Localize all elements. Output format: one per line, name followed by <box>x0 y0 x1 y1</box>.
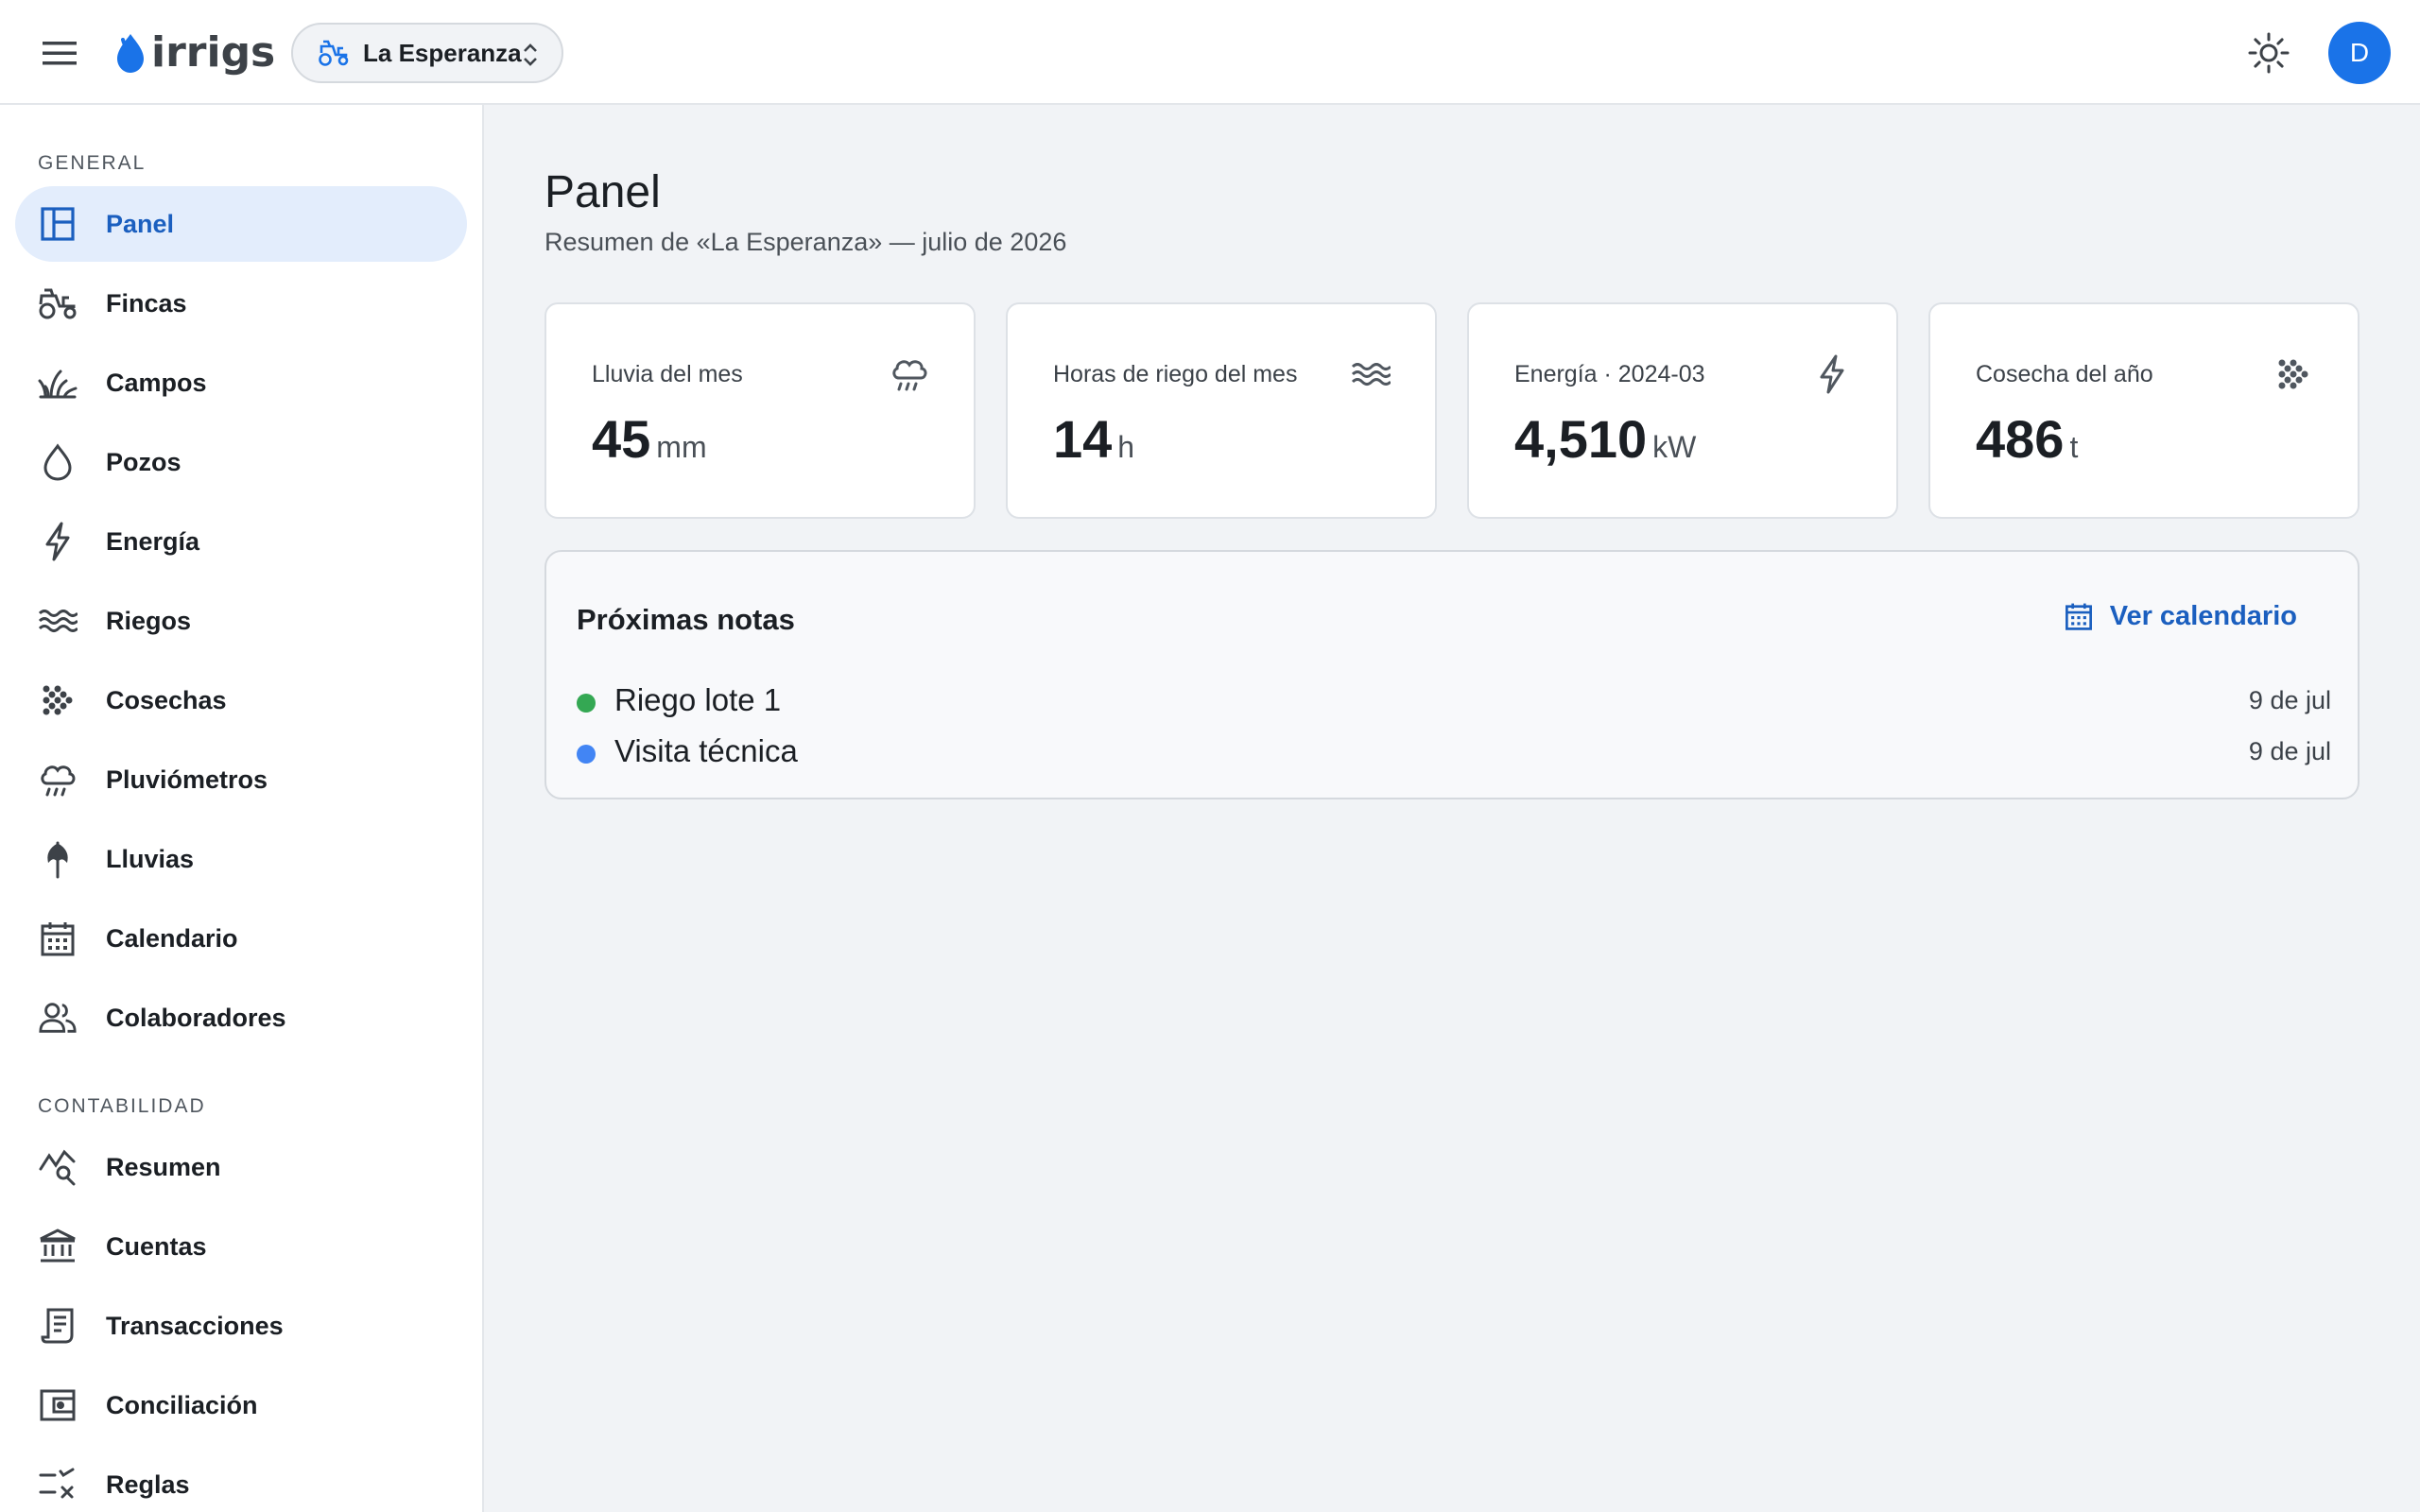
stat-value: 4,510 <box>1514 409 1648 469</box>
farm-selector[interactable]: La Esperanza <box>291 23 563 83</box>
sidebar-item-colaboradores[interactable]: Colaboradores <box>15 980 467 1056</box>
sidebar-item-pozos[interactable]: Pozos <box>15 424 467 500</box>
sidebar-item-calendario[interactable]: Calendario <box>15 901 467 976</box>
stat-value: 45 <box>592 409 651 469</box>
view-calendar-link[interactable]: Ver calendario <box>2065 595 2297 637</box>
note-status-dot <box>577 745 596 764</box>
stat-unit: h <box>1117 430 1135 464</box>
sidebar-item-label: Cuentas <box>106 1231 207 1261</box>
note-status-dot <box>577 694 596 713</box>
sidebar-item-label: Resumen <box>106 1152 221 1181</box>
bank-icon <box>38 1228 78 1265</box>
sidebar-item-label: Pluviómetros <box>106 765 268 794</box>
sidebar-item-label: Transacciones <box>106 1311 284 1340</box>
receipt-icon <box>38 1307 78 1345</box>
rules-icon <box>38 1466 78 1503</box>
sidebar-item-panel[interactable]: Panel <box>15 186 467 262</box>
stat-card-cosecha: Cosecha del año 486 t <box>1928 302 2360 519</box>
sidebar-item-label: Lluvias <box>106 844 195 873</box>
sidebar-item-label: Pozos <box>106 447 182 476</box>
sidebar-item-label: Energía <box>106 526 200 556</box>
sun-icon[interactable] <box>2244 28 2293 77</box>
grass-icon <box>38 364 78 402</box>
logo-text: irrigs <box>151 28 276 77</box>
sidebar-section-contabilidad: CONTABILIDAD <box>38 1095 206 1117</box>
stat-label: Lluvia del mes <box>592 361 743 387</box>
water-drop-icon <box>38 443 78 481</box>
stat-unit: kW <box>1652 430 1697 464</box>
waves-icon <box>1350 353 1392 395</box>
wallet-icon <box>38 1386 78 1424</box>
dashboard-icon <box>38 205 78 243</box>
stat-unit: mm <box>656 430 707 464</box>
sidebar-item-campos[interactable]: Campos <box>15 345 467 421</box>
stat-value: 14 <box>1053 409 1113 469</box>
sidebar-item-resumen[interactable]: Resumen <box>15 1129 467 1205</box>
note-item[interactable]: Riego lote 1 9 de jul <box>577 677 2331 724</box>
farm-selector-label: La Esperanza <box>363 38 522 67</box>
sidebar-section-general: GENERAL <box>38 152 147 174</box>
rain-cloud-icon <box>889 353 930 395</box>
sidebar-item-label: Cosechas <box>106 685 227 714</box>
upcoming-notes-card: Próximas notas Ver calendario Riego lote… <box>544 550 2360 799</box>
sidebar-item-label: Panel <box>106 209 175 238</box>
sidebar-item-cosechas[interactable]: Cosechas <box>15 662 467 738</box>
sidebar-item-energia[interactable]: Energía <box>15 504 467 579</box>
rain-cloud-icon <box>38 761 78 799</box>
unfold-icon <box>522 42 539 68</box>
sidebar: GENERAL Panel Fincas Campos Pozos Energí… <box>0 105 484 1512</box>
page-title: Panel <box>544 167 661 217</box>
stat-unit: t <box>2069 430 2079 464</box>
sidebar-item-label: Calendario <box>106 923 238 953</box>
grain-icon <box>2273 353 2314 395</box>
sidebar-item-transacciones[interactable]: Transacciones <box>15 1288 467 1364</box>
umbrella-icon <box>38 840 78 879</box>
stat-label: Horas de riego del mes <box>1053 361 1298 387</box>
sidebar-item-conciliacion[interactable]: Conciliación <box>15 1367 467 1443</box>
tractor-icon <box>318 39 350 67</box>
sidebar-item-reglas[interactable]: Reglas <box>15 1447 467 1512</box>
tractor-icon <box>38 284 78 322</box>
sidebar-item-pluviometros[interactable]: Pluviómetros <box>15 742 467 817</box>
query-stats-icon <box>38 1148 78 1186</box>
note-name: Riego lote 1 <box>614 682 782 717</box>
note-item[interactable]: Visita técnica 9 de jul <box>577 728 2331 775</box>
calendar-icon <box>2065 601 2093 631</box>
grain-icon <box>38 681 78 719</box>
app-logo[interactable]: irrigs <box>113 26 275 79</box>
view-calendar-label: Ver calendario <box>2109 600 2297 631</box>
sidebar-item-label: Reglas <box>106 1469 190 1499</box>
stat-card-energia: Energía · 2024-03 4,510 kW <box>1467 302 1898 519</box>
menu-icon[interactable] <box>34 28 85 77</box>
notes-title: Próximas notas <box>577 603 795 636</box>
note-date: 9 de jul <box>2248 737 2331 765</box>
waves-icon <box>38 602 78 640</box>
bolt-icon <box>1811 353 1853 395</box>
sidebar-item-fincas[interactable]: Fincas <box>15 266 467 341</box>
sidebar-item-label: Fincas <box>106 288 187 318</box>
page-subtitle: Resumen de «La Esperanza» — julio de 202… <box>544 228 1067 256</box>
note-date: 9 de jul <box>2248 686 2331 714</box>
sidebar-item-label: Conciliación <box>106 1390 258 1419</box>
note-name: Visita técnica <box>614 733 798 768</box>
calendar-icon <box>38 919 78 957</box>
sidebar-item-cuentas[interactable]: Cuentas <box>15 1209 467 1284</box>
sidebar-item-label: Riegos <box>106 606 192 635</box>
people-icon <box>38 999 78 1037</box>
bolt-icon <box>38 522 78 561</box>
top-bar: irrigs La Esperanza D <box>0 0 2420 105</box>
sidebar-item-label: Colaboradores <box>106 1003 286 1032</box>
stat-value: 486 <box>1976 409 2065 469</box>
user-avatar[interactable]: D <box>2328 22 2391 84</box>
stat-label: Cosecha del año <box>1976 361 2153 387</box>
stat-card-riego: Horas de riego del mes 14 h <box>1006 302 1437 519</box>
sidebar-item-riegos[interactable]: Riegos <box>15 583 467 659</box>
stat-card-lluvia: Lluvia del mes 45 mm <box>544 302 976 519</box>
sidebar-item-label: Campos <box>106 368 207 397</box>
stat-label: Energía · 2024-03 <box>1514 361 1705 387</box>
sidebar-item-lluvias[interactable]: Lluvias <box>15 821 467 897</box>
water-drop-logo-icon <box>117 34 144 73</box>
